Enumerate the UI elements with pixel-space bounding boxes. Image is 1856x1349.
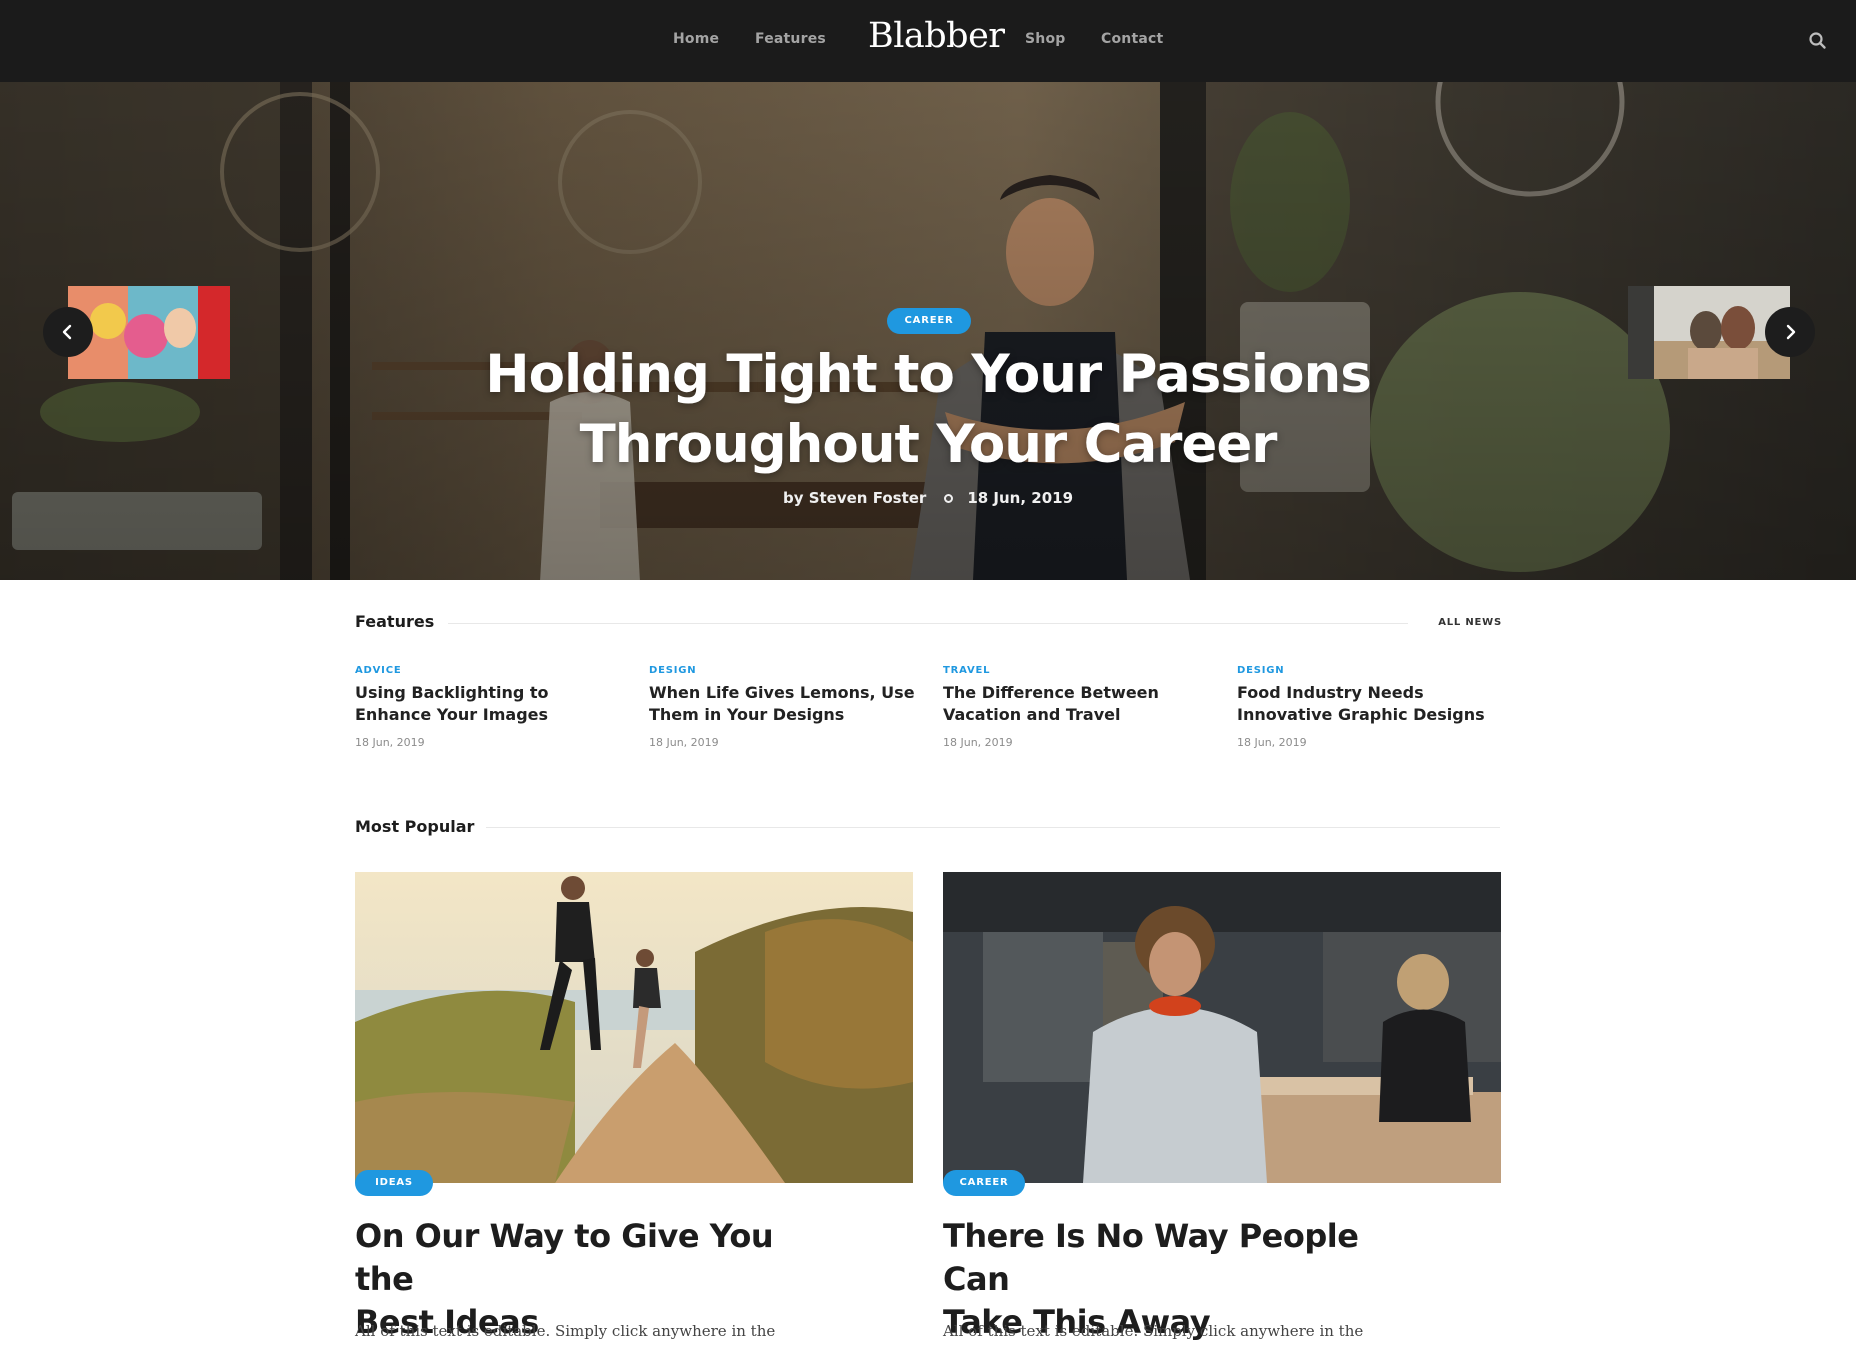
feature-item: DESIGN When Life Gives Lemons, Use Them … (649, 665, 929, 749)
hero-title-line-2: Throughout Your Career (579, 414, 1278, 475)
hero-title[interactable]: Holding Tight to Your Passions Throughou… (478, 340, 1378, 480)
hero-prev-button[interactable] (43, 307, 93, 357)
hero-meta: by Steven Foster 18 Jun, 2019 (700, 489, 1156, 507)
feature-title[interactable]: The Difference Between Vacation and Trav… (943, 682, 1223, 726)
feature-title[interactable]: Using Backlighting to Enhance Your Image… (355, 682, 635, 726)
chevron-left-icon (62, 324, 72, 340)
card-title-line: On Our Way to Give You the (355, 1217, 774, 1298)
card-title-line: There Is No Way People Can (943, 1217, 1359, 1298)
hero-slider: CAREER Holding Tight to Your Passions Th… (0, 82, 1856, 580)
card-excerpt: All of this text is editable. Simply cli… (355, 1322, 776, 1340)
feature-title-line: Vacation and Travel (943, 705, 1121, 724)
feature-date: 18 Jun, 2019 (355, 736, 425, 749)
search-button[interactable] (1805, 28, 1831, 54)
feature-title-line: Innovative Graphic Designs (1237, 705, 1485, 724)
card-category-badge[interactable]: IDEAS (355, 1170, 433, 1196)
feature-category[interactable]: DESIGN (1237, 665, 1517, 676)
hero-date: 18 Jun, 2019 (967, 489, 1074, 507)
site-logo[interactable]: Blabber (868, 16, 1005, 56)
hero-next-button[interactable] (1765, 307, 1815, 357)
feature-category[interactable]: DESIGN (649, 665, 929, 676)
hero-category-badge[interactable]: CAREER (887, 308, 971, 334)
popular-card-image-frame[interactable] (355, 872, 913, 1183)
card-excerpt: All of this text is editable. Simply cli… (943, 1322, 1364, 1340)
hero-title-line-1: Holding Tight to Your Passions (485, 344, 1372, 405)
popular-card-image[interactable] (943, 872, 1501, 1183)
hero-author[interactable]: by Steven Foster (783, 489, 926, 507)
feature-title-line: Them in Your Designs (649, 705, 845, 724)
feature-title-line: When Life Gives Lemons, Use (649, 683, 915, 702)
feature-item: TRAVEL The Difference Between Vacation a… (943, 665, 1223, 749)
popular-card-image-frame[interactable] (943, 872, 1501, 1183)
feature-date: 18 Jun, 2019 (1237, 736, 1307, 749)
feature-item: DESIGN Food Industry Needs Innovative Gr… (1237, 665, 1517, 749)
nav-link-contact[interactable]: Contact (1101, 31, 1163, 47)
feature-title[interactable]: Food Industry Needs Innovative Graphic D… (1237, 682, 1517, 726)
runners-trail-image (355, 872, 913, 1183)
feature-title-line: Using Backlighting to (355, 683, 549, 702)
feature-category[interactable]: ADVICE (355, 665, 635, 676)
features-section-title: Features (355, 612, 435, 631)
top-navbar: Home Features Blabber Shop Contact (0, 0, 1856, 82)
all-news-link[interactable]: ALL NEWS (1420, 617, 1502, 628)
features-divider (448, 623, 1408, 624)
workshop-image (943, 872, 1501, 1183)
feature-date: 18 Jun, 2019 (649, 736, 719, 749)
chevron-right-icon (1786, 324, 1796, 340)
popular-card-image[interactable] (355, 872, 913, 1183)
nav-link-features[interactable]: Features (755, 31, 826, 47)
feature-title-line: Enhance Your Images (355, 705, 549, 724)
feature-item: ADVICE Using Backlighting to Enhance You… (355, 665, 635, 749)
feature-category[interactable]: TRAVEL (943, 665, 1223, 676)
feature-title-line: The Difference Between (943, 683, 1159, 702)
nav-link-home[interactable]: Home (673, 31, 719, 47)
meta-separator-icon (944, 494, 954, 503)
feature-date: 18 Jun, 2019 (943, 736, 1013, 749)
nav-link-shop[interactable]: Shop (1025, 31, 1066, 47)
search-icon (1809, 32, 1826, 49)
feature-title-line: Food Industry Needs (1237, 683, 1424, 702)
card-category-badge[interactable]: CAREER (943, 1170, 1025, 1196)
most-popular-section-title: Most Popular (355, 817, 475, 836)
most-popular-divider (486, 827, 1500, 828)
feature-title[interactable]: When Life Gives Lemons, Use Them in Your… (649, 682, 929, 726)
